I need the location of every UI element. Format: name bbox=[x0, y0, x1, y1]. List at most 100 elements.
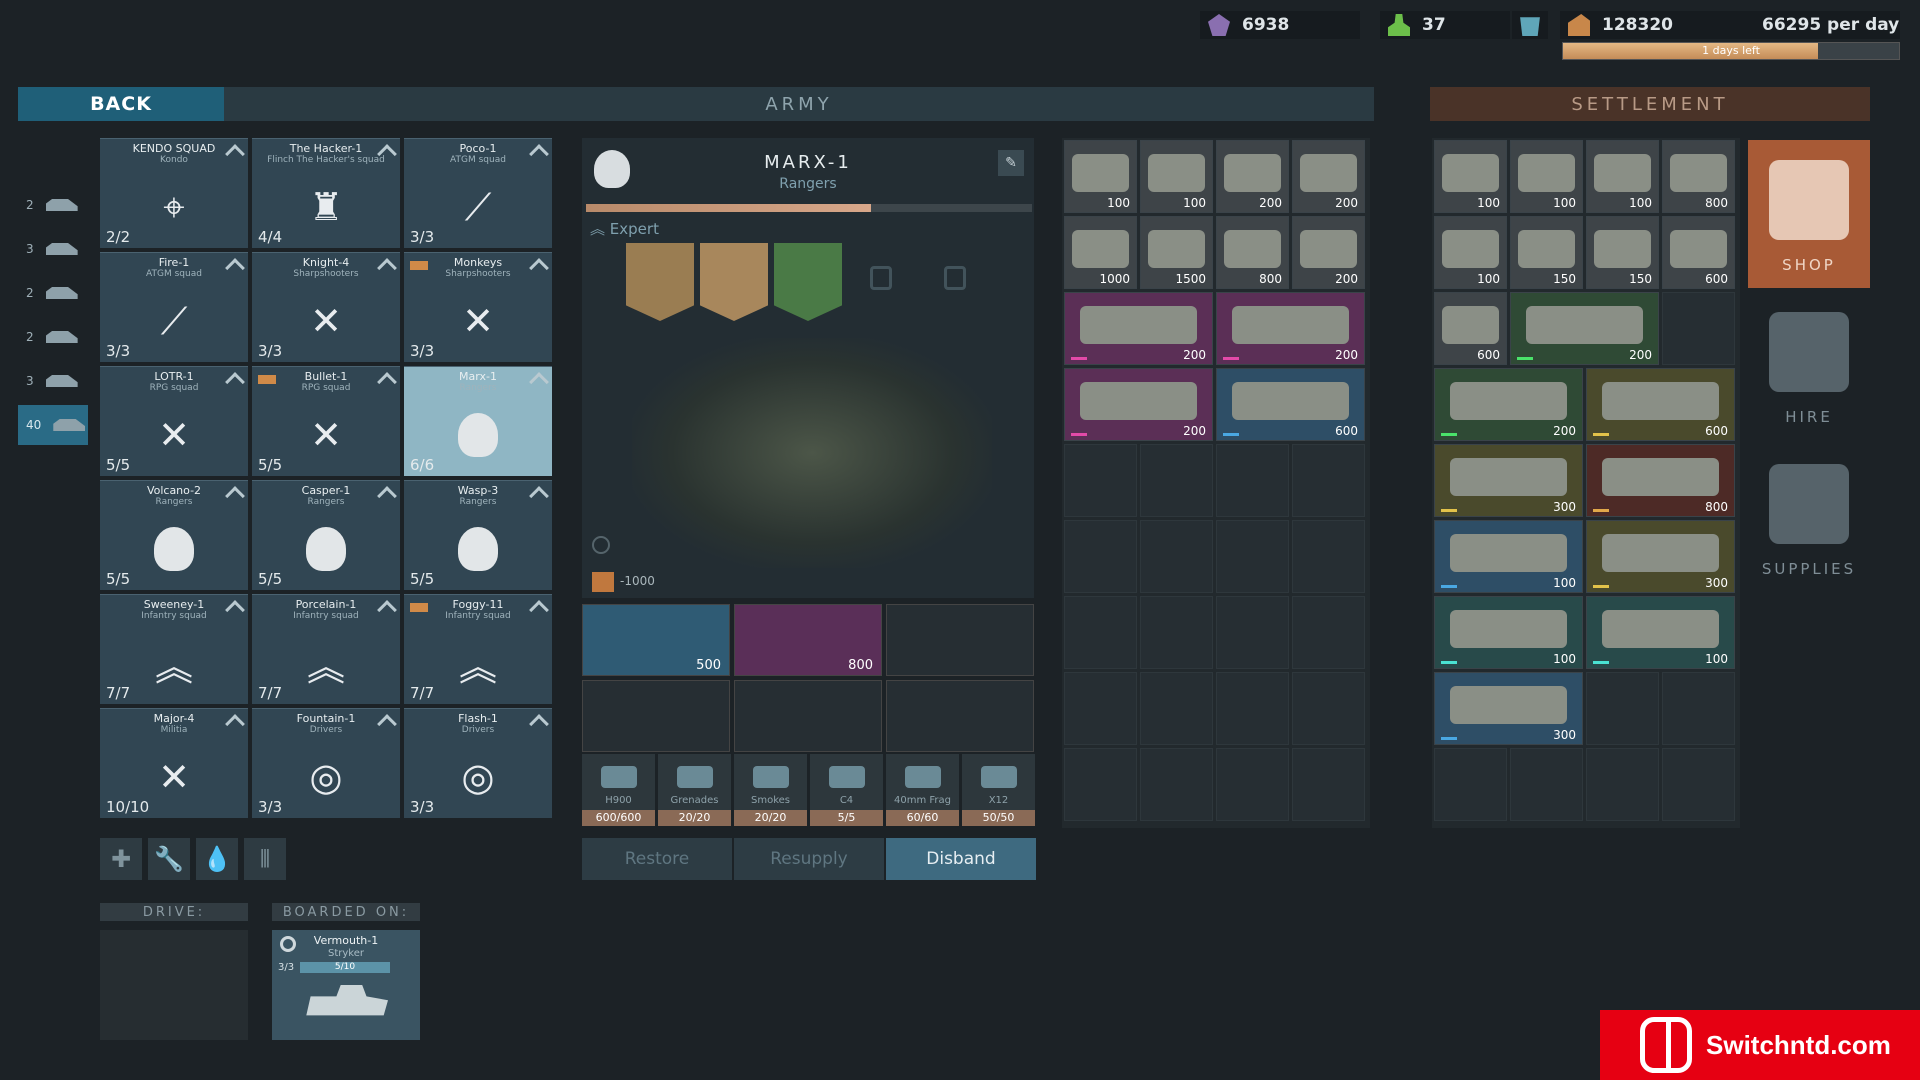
empty-slot[interactable] bbox=[886, 680, 1034, 752]
squad-card[interactable]: Foggy-11 Infantry squad ︽ 7/7 bbox=[404, 594, 552, 704]
inventory-item[interactable]: 1000 bbox=[1064, 216, 1137, 289]
empty-cell[interactable] bbox=[1662, 292, 1735, 365]
resupply-button[interactable]: Resupply bbox=[734, 838, 884, 880]
inventory-item[interactable]: 200 bbox=[1292, 216, 1365, 289]
ammo-slot[interactable]: C4 5/5 bbox=[810, 754, 883, 826]
empty-cell[interactable] bbox=[1510, 748, 1583, 821]
ammo-slot[interactable]: H900 600/600 bbox=[582, 754, 655, 826]
squad-card[interactable]: The Hacker-1 Flinch The Hacker's squad ♜ 4/… bbox=[252, 138, 400, 248]
squad-card[interactable]: Bullet-1 RPG squad ✕ 5/5 bbox=[252, 366, 400, 476]
heal-button[interactable]: ✚ bbox=[100, 838, 142, 880]
trash-button[interactable] bbox=[1512, 11, 1548, 39]
inventory-item[interactable]: 100 bbox=[1586, 596, 1735, 669]
inventory-item[interactable]: 100 bbox=[1434, 520, 1583, 593]
inventory-item[interactable]: 200 bbox=[1216, 292, 1365, 365]
empty-cell[interactable] bbox=[1292, 520, 1365, 593]
empty-cell[interactable] bbox=[1292, 672, 1365, 745]
empty-cell[interactable] bbox=[1292, 444, 1365, 517]
inventory-item[interactable]: 600 bbox=[1216, 368, 1365, 441]
inventory-item[interactable]: 800 bbox=[1216, 216, 1289, 289]
inventory-item[interactable]: 200 bbox=[1216, 140, 1289, 213]
squad-card[interactable]: Marx-1 Rangers 6/6 bbox=[404, 366, 552, 476]
empty-cell[interactable] bbox=[1140, 596, 1213, 669]
empty-cell[interactable] bbox=[1064, 520, 1137, 593]
empty-slot[interactable] bbox=[734, 680, 882, 752]
empty-cell[interactable] bbox=[1140, 444, 1213, 517]
weapon-slot-2[interactable]: 800 bbox=[734, 604, 882, 676]
inventory-item[interactable]: 100 bbox=[1140, 140, 1213, 213]
empty-cell[interactable] bbox=[1140, 520, 1213, 593]
ammo-slot[interactable]: Smokes 20/20 bbox=[734, 754, 807, 826]
restore-button[interactable]: Restore bbox=[582, 838, 732, 880]
rename-button[interactable]: ✎ bbox=[998, 150, 1024, 176]
side-tab-tank-destroyer[interactable]: 3 bbox=[18, 229, 88, 269]
squad-card[interactable]: Volcano-2 Rangers 5/5 bbox=[100, 480, 248, 590]
inventory-item[interactable]: 100 bbox=[1064, 140, 1137, 213]
fuel-button[interactable]: 💧 bbox=[196, 838, 238, 880]
inventory-item[interactable]: 800 bbox=[1586, 444, 1735, 517]
empty-cell[interactable] bbox=[1216, 672, 1289, 745]
empty-cell[interactable] bbox=[1434, 748, 1507, 821]
inventory-item[interactable]: 600 bbox=[1434, 292, 1507, 365]
disband-button[interactable]: Disband bbox=[886, 838, 1036, 880]
side-tab-apc[interactable]: 2 bbox=[18, 317, 88, 357]
squad-card[interactable]: Porcelain-1 Infantry squad ︽ 7/7 bbox=[252, 594, 400, 704]
side-tab-helicopter[interactable]: 2 bbox=[18, 185, 88, 225]
inventory-item[interactable]: 100 bbox=[1434, 596, 1583, 669]
inventory-item[interactable]: 600 bbox=[1586, 368, 1735, 441]
side-tab-tank[interactable]: 2 bbox=[18, 273, 88, 313]
empty-cell[interactable] bbox=[1586, 672, 1659, 745]
inventory-item[interactable]: 300 bbox=[1434, 444, 1583, 517]
squad-card[interactable]: Fire-1 ATGM squad ⟋ 3/3 bbox=[100, 252, 248, 362]
squad-card[interactable]: Fountain-1 Drivers ◎ 3/3 bbox=[252, 708, 400, 818]
empty-cell[interactable] bbox=[1216, 444, 1289, 517]
empty-cell[interactable] bbox=[1216, 748, 1289, 821]
empty-cell[interactable] bbox=[1662, 672, 1735, 745]
inventory-item[interactable]: 150 bbox=[1586, 216, 1659, 289]
empty-cell[interactable] bbox=[1216, 520, 1289, 593]
supplies-button[interactable]: SUPPLIES bbox=[1748, 444, 1870, 592]
empty-cell[interactable] bbox=[1140, 748, 1213, 821]
inventory-item[interactable]: 100 bbox=[1510, 140, 1583, 213]
inventory-item[interactable]: 200 bbox=[1434, 368, 1583, 441]
inventory-item[interactable]: 300 bbox=[1434, 672, 1583, 745]
ammo-button[interactable]: ⦀ bbox=[244, 838, 286, 880]
squad-card[interactable]: Monkeys Sharpshooters ✕ 3/3 bbox=[404, 252, 552, 362]
side-tab-artillery[interactable]: 3 bbox=[18, 361, 88, 401]
ammo-slot[interactable]: Grenades 20/20 bbox=[658, 754, 731, 826]
squad-card[interactable]: LOTR-1 RPG squad ✕ 5/5 bbox=[100, 366, 248, 476]
inventory-item[interactable]: 600 bbox=[1662, 216, 1735, 289]
squad-card[interactable]: Knight-4 Sharpshooters ✕ 3/3 bbox=[252, 252, 400, 362]
drive-slot[interactable] bbox=[100, 930, 248, 1040]
perk-radio-icon[interactable] bbox=[626, 243, 694, 321]
inventory-item[interactable]: 100 bbox=[1586, 140, 1659, 213]
inventory-item[interactable]: 100 bbox=[1434, 140, 1507, 213]
squad-card[interactable]: Sweeney-1 Infantry squad ︽ 7/7 bbox=[100, 594, 248, 704]
empty-cell[interactable] bbox=[1064, 596, 1137, 669]
hire-button[interactable]: HIRE bbox=[1748, 292, 1870, 440]
squad-card[interactable]: KENDO SQUAD Kondo ⌖ 2/2 bbox=[100, 138, 248, 248]
squad-card[interactable]: Major-4 Militia ✕ 10/10 bbox=[100, 708, 248, 818]
perk-bust-icon[interactable] bbox=[700, 243, 768, 321]
squad-card[interactable]: Flash-1 Drivers ◎ 3/3 bbox=[404, 708, 552, 818]
inventory-item[interactable]: 200 bbox=[1510, 292, 1659, 365]
inventory-item[interactable]: 150 bbox=[1510, 216, 1583, 289]
empty-cell[interactable] bbox=[1292, 596, 1365, 669]
weapon-slot-3[interactable] bbox=[886, 604, 1034, 676]
inventory-item[interactable]: 300 bbox=[1586, 520, 1735, 593]
empty-cell[interactable] bbox=[1064, 444, 1137, 517]
side-tab-soldier[interactable]: 40 bbox=[18, 405, 88, 445]
empty-cell[interactable] bbox=[1292, 748, 1365, 821]
weapon-slot-1[interactable]: 500 bbox=[582, 604, 730, 676]
boarded-vehicle-card[interactable]: Vermouth-1 Stryker 3/3 5/10 bbox=[272, 930, 420, 1040]
ammo-slot[interactable]: 40mm Frag 60/60 bbox=[886, 754, 959, 826]
inventory-item[interactable]: 1500 bbox=[1140, 216, 1213, 289]
squad-card[interactable]: Casper-1 Rangers 5/5 bbox=[252, 480, 400, 590]
squad-card[interactable]: Poco-1 ATGM squad ⟋ 3/3 bbox=[404, 138, 552, 248]
empty-cell[interactable] bbox=[1662, 748, 1735, 821]
inventory-item[interactable]: 200 bbox=[1064, 368, 1213, 441]
empty-cell[interactable] bbox=[1064, 672, 1137, 745]
empty-cell[interactable] bbox=[1140, 672, 1213, 745]
empty-cell[interactable] bbox=[1586, 748, 1659, 821]
perk-flashlight-icon[interactable] bbox=[774, 243, 842, 321]
